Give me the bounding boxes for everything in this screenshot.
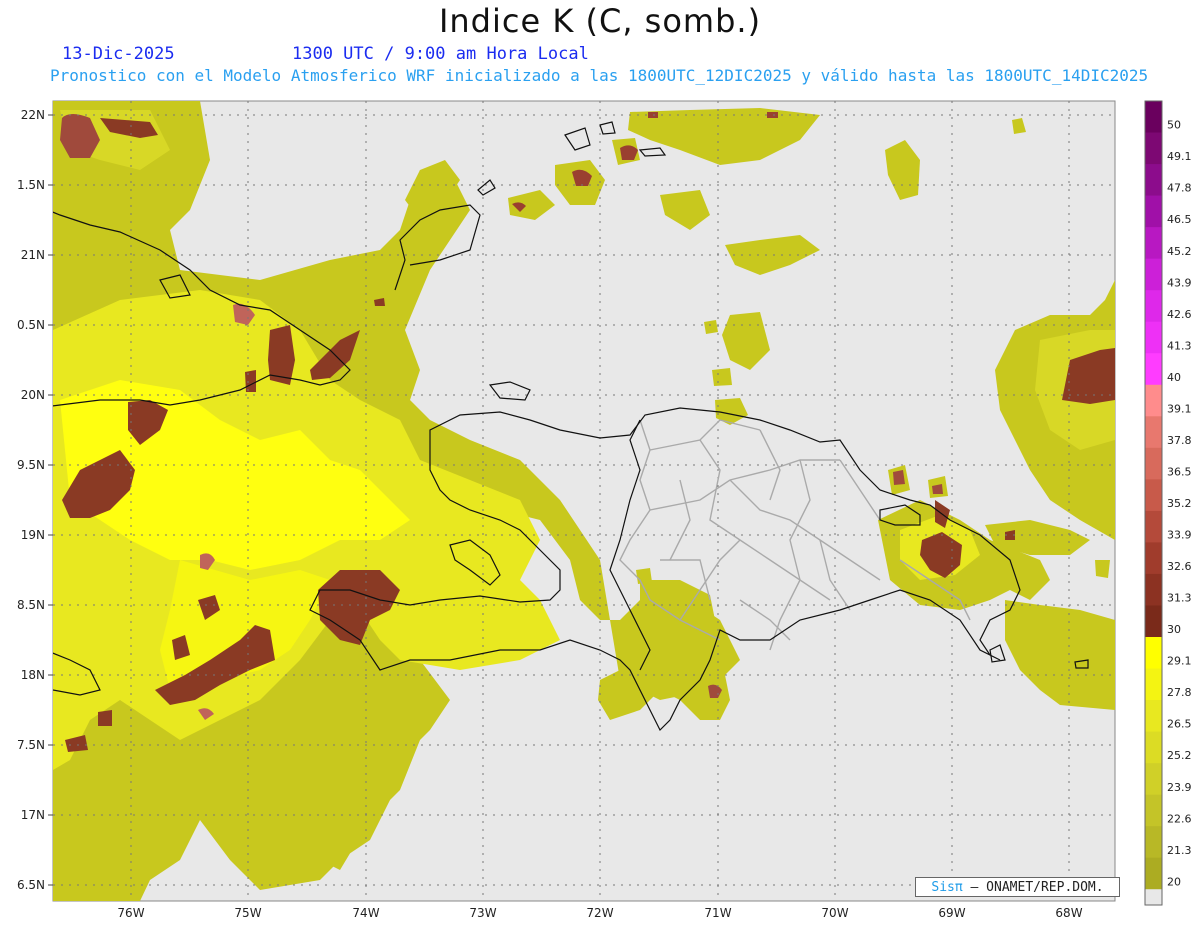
colorbar-label: 29.1 [1167,655,1192,668]
colorbar-swatch [1145,794,1162,827]
color-scale-legend: 50 49.1 47.8 46.5 45.2 43.9 42.6 41.3 40 39.1 37.8… [1144,100,1192,906]
lat-label: 8.5N [17,598,45,612]
colorbar-label: 50 [1167,119,1181,132]
colorbar-swatch [1145,857,1162,890]
lat-label: 17N [21,808,45,822]
colorbar-label: 30 [1167,623,1181,636]
lat-label: 6.5N [17,878,45,892]
colorbar-label: 21.3 [1167,844,1192,857]
colorbar-label: 49.1 [1167,150,1192,163]
colorbar-swatch [1145,889,1162,905]
longitude-labels: 76W 75W 74W 73W 72W 71W 70W 69W 68W [117,906,1082,920]
lon-label: 76W [117,906,144,920]
colorbar-label: 27.8 [1167,686,1192,699]
credit-brand: Sisπ [931,880,963,895]
colorbar-label: 20 [1167,875,1181,888]
lat-label: 1.5N [17,178,45,192]
colorbar-swatch [1145,290,1162,323]
colorbar-label: 25.2 [1167,749,1192,762]
k-index-map: 22N 1.5N 21N 0.5N 20N 9.5N 19N 8.5N 18N … [17,100,1192,920]
colorbar-swatch [1145,700,1162,733]
lat-label: 18N [21,668,45,682]
colorbar-swatch [1145,416,1162,449]
colorbar-swatch [1145,510,1162,543]
colorbar-swatch [1145,447,1162,480]
colorbar-swatch [1145,731,1162,764]
colorbar-swatch [1145,479,1162,512]
colorbar-swatch [1145,164,1162,197]
colorbar-label: 31.3 [1167,592,1192,605]
lat-label: 19N [21,528,45,542]
colorbar-label: 22.6 [1167,812,1192,825]
lon-label: 68W [1055,906,1082,920]
colorbar-label: 42.6 [1167,308,1192,321]
colorbar-swatch [1145,321,1162,354]
lat-label: 9.5N [17,458,45,472]
lon-label: 75W [234,906,261,920]
colorbar-swatch [1145,542,1162,575]
colorbar-label: 26.5 [1167,718,1192,731]
colorbar-label: 45.2 [1167,245,1192,258]
colorbar-swatch [1145,668,1162,701]
colorbar-swatch [1145,763,1162,796]
credit-org: – ONAMET/REP.DOM. [970,880,1104,895]
lon-label: 72W [586,906,613,920]
lon-label: 70W [821,906,848,920]
colorbar-swatch [1145,227,1162,260]
colorbar-swatch [1145,353,1162,386]
colorbar-label: 41.3 [1167,339,1192,352]
lat-label: 22N [21,108,45,122]
colorbar-label: 43.9 [1167,276,1192,289]
colorbar-label: 35.2 [1167,497,1192,510]
colorbar-label: 37.8 [1167,434,1192,447]
lat-label: 0.5N [17,318,45,332]
lat-label: 7.5N [17,738,45,752]
lat-ticks [48,114,53,886]
lat-label: 20N [21,388,45,402]
colorbar-swatch [1145,132,1162,165]
colorbar-label: 39.1 [1167,402,1192,415]
colorbar-swatch [1145,101,1162,134]
latitude-labels: 22N 1.5N 21N 0.5N 20N 9.5N 19N 8.5N 18N … [17,108,45,892]
lon-label: 73W [469,906,496,920]
lon-label: 71W [704,906,731,920]
colorbar-swatch [1145,384,1162,417]
colorbar-label: 40 [1167,371,1181,384]
colorbar-label: 36.5 [1167,465,1192,478]
colorbar-swatch [1145,573,1162,606]
colorbar-label: 47.8 [1167,182,1192,195]
lon-label: 74W [352,906,379,920]
lat-label: 21N [21,248,45,262]
colorbar-swatch [1145,195,1162,228]
colorbar-label: 46.5 [1167,213,1192,226]
credit-box: Sisπ – ONAMET/REP.DOM. [915,877,1120,897]
colorbar-label: 23.9 [1167,781,1192,794]
colorbar-swatch [1145,637,1162,670]
colorbar-label: 32.6 [1167,560,1192,573]
colorbar-swatch [1145,605,1162,638]
colorbar-swatch [1145,826,1162,859]
colorbar-swatch [1145,258,1162,291]
lon-label: 69W [938,906,965,920]
colorbar-label: 33.9 [1167,529,1192,542]
